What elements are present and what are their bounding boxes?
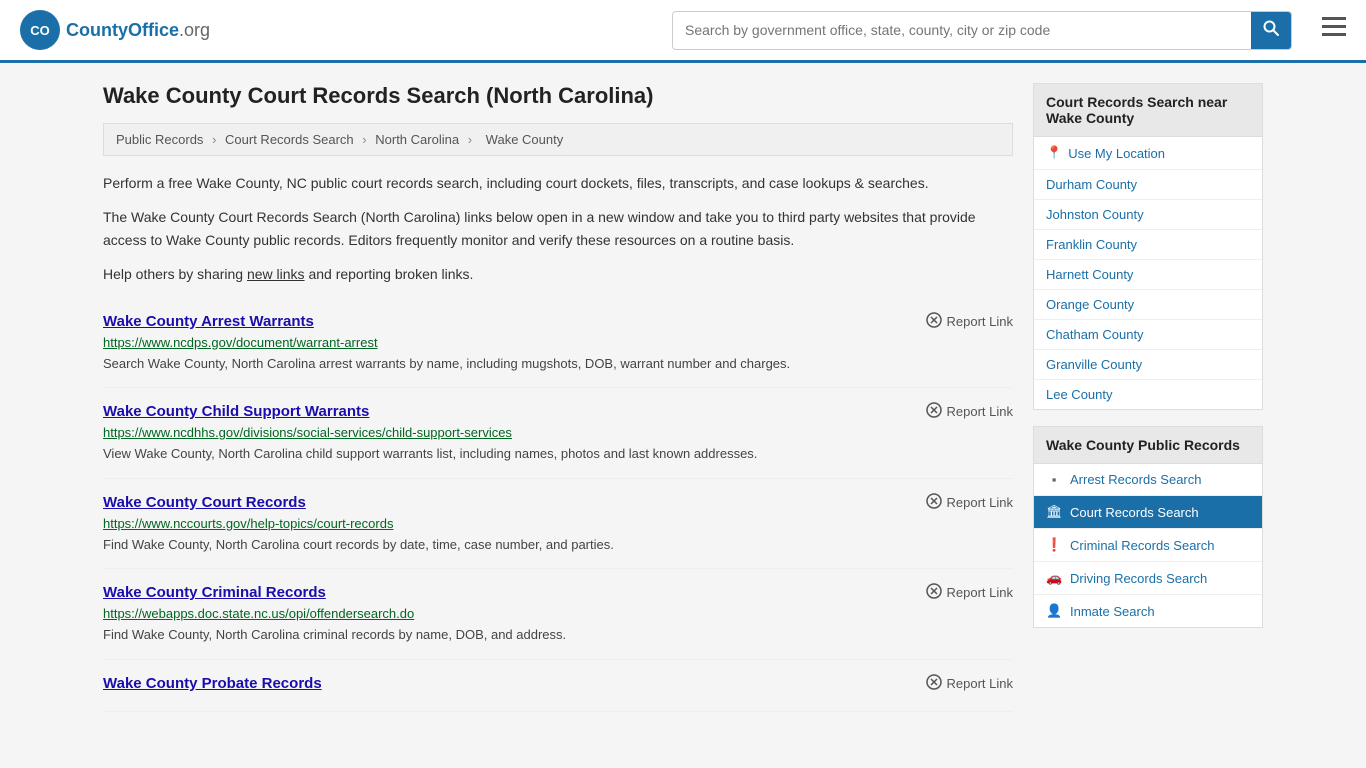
public-records-list: ▪ Arrest Records Search 🏛 Court Records … xyxy=(1034,464,1262,627)
menu-icon[interactable] xyxy=(1322,16,1346,44)
breadcrumb-north-carolina[interactable]: North Carolina xyxy=(375,132,459,147)
record-header: Wake County Child Support Warrants Repor… xyxy=(103,402,1013,421)
logo-icon: CO xyxy=(20,10,60,50)
nearby-county-7[interactable]: Lee County xyxy=(1034,380,1262,409)
sidebar-icon-1: 🏛 xyxy=(1046,504,1062,520)
public-record-item-0[interactable]: ▪ Arrest Records Search xyxy=(1034,464,1262,496)
nearby-county-1[interactable]: Johnston County xyxy=(1034,200,1262,230)
record-header: Wake County Court Records Report Link xyxy=(103,493,1013,512)
search-bar xyxy=(672,11,1292,50)
nearby-county-5[interactable]: Chatham County xyxy=(1034,320,1262,350)
header: CO CountyOffice.org xyxy=(0,0,1366,63)
public-records-section: Wake County Public Records ▪ Arrest Reco… xyxy=(1033,426,1263,628)
public-records-title: Wake County Public Records xyxy=(1034,427,1262,464)
logo[interactable]: CO CountyOffice.org xyxy=(20,10,210,50)
record-entry: Wake County Criminal Records Report Link… xyxy=(103,569,1013,660)
record-desc-2: Find Wake County, North Carolina court r… xyxy=(103,535,1013,555)
record-title-0[interactable]: Wake County Arrest Warrants xyxy=(103,313,314,330)
record-desc-1: View Wake County, North Carolina child s… xyxy=(103,444,1013,464)
report-icon-4 xyxy=(926,674,942,693)
record-url-0[interactable]: https://www.ncdps.gov/document/warrant-a… xyxy=(103,335,1013,350)
description-para1: Perform a free Wake County, NC public co… xyxy=(103,172,1013,194)
record-header: Wake County Arrest Warrants Report Link xyxy=(103,312,1013,331)
nearby-county-6[interactable]: Granville County xyxy=(1034,350,1262,380)
sidebar-item-label-4: Inmate Search xyxy=(1070,604,1155,619)
report-icon-3 xyxy=(926,583,942,602)
page-title: Wake County Court Records Search (North … xyxy=(103,83,1013,109)
records-list: Wake County Arrest Warrants Report Link … xyxy=(103,298,1013,712)
use-my-location[interactable]: 📍 Use My Location xyxy=(1034,137,1262,170)
sidebar-icon-3: 🚗 xyxy=(1046,570,1062,586)
report-icon-1 xyxy=(926,402,942,421)
report-link-label-1: Report Link xyxy=(947,404,1013,419)
record-url-3[interactable]: https://webapps.doc.state.nc.us/opi/offe… xyxy=(103,606,1013,621)
location-pin-icon: 📍 xyxy=(1046,145,1062,161)
sidebar-icon-2: ❗ xyxy=(1046,537,1062,553)
report-link-1[interactable]: Report Link xyxy=(926,402,1013,421)
public-record-item-3[interactable]: 🚗 Driving Records Search xyxy=(1034,562,1262,595)
breadcrumb-court-records[interactable]: Court Records Search xyxy=(225,132,354,147)
report-link-label-4: Report Link xyxy=(947,676,1013,691)
breadcrumb-public-records[interactable]: Public Records xyxy=(116,132,203,147)
record-url-2[interactable]: https://www.nccourts.gov/help-topics/cou… xyxy=(103,516,1013,531)
report-icon-0 xyxy=(926,312,942,331)
report-link-label-2: Report Link xyxy=(947,495,1013,510)
nearby-county-4[interactable]: Orange County xyxy=(1034,290,1262,320)
nearby-title: Court Records Search near Wake County xyxy=(1034,84,1262,137)
main-container: Wake County Court Records Search (North … xyxy=(83,63,1283,732)
report-link-0[interactable]: Report Link xyxy=(926,312,1013,331)
sidebar-item-label-0: Arrest Records Search xyxy=(1070,472,1202,487)
record-entry: Wake County Child Support Warrants Repor… xyxy=(103,388,1013,479)
record-header: Wake County Probate Records Report Link xyxy=(103,674,1013,693)
record-title-1[interactable]: Wake County Child Support Warrants xyxy=(103,403,369,420)
report-icon-2 xyxy=(926,493,942,512)
record-header: Wake County Criminal Records Report Link xyxy=(103,583,1013,602)
public-record-item-1[interactable]: 🏛 Court Records Search xyxy=(1034,496,1262,529)
sidebar-icon-4: 👤 xyxy=(1046,603,1062,619)
record-desc-3: Find Wake County, North Carolina crimina… xyxy=(103,625,1013,645)
new-links-link[interactable]: new links xyxy=(247,266,305,282)
record-entry: Wake County Court Records Report Link ht… xyxy=(103,479,1013,570)
sidebar-item-label-3: Driving Records Search xyxy=(1070,571,1207,586)
record-desc-0: Search Wake County, North Carolina arres… xyxy=(103,354,1013,374)
public-record-item-2[interactable]: ❗ Criminal Records Search xyxy=(1034,529,1262,562)
nearby-county-2[interactable]: Franklin County xyxy=(1034,230,1262,260)
record-entry: Wake County Probate Records Report Link xyxy=(103,660,1013,712)
report-link-label-3: Report Link xyxy=(947,585,1013,600)
sidebar: Court Records Search near Wake County 📍 … xyxy=(1033,83,1263,712)
logo-text: CountyOffice.org xyxy=(66,20,210,41)
nearby-county-0[interactable]: Durham County xyxy=(1034,170,1262,200)
record-title-4[interactable]: Wake County Probate Records xyxy=(103,675,322,692)
use-my-location-label: Use My Location xyxy=(1068,146,1165,161)
record-title-3[interactable]: Wake County Criminal Records xyxy=(103,584,326,601)
sidebar-item-label-2: Criminal Records Search xyxy=(1070,538,1215,553)
search-button[interactable] xyxy=(1251,12,1291,49)
report-link-label-0: Report Link xyxy=(947,314,1013,329)
sidebar-item-label-1: Court Records Search xyxy=(1070,505,1199,520)
record-url-1[interactable]: https://www.ncdhhs.gov/divisions/social-… xyxy=(103,425,1013,440)
svg-text:CO: CO xyxy=(30,23,50,38)
description-para3: Help others by sharing new links and rep… xyxy=(103,263,1013,285)
nearby-county-3[interactable]: Harnett County xyxy=(1034,260,1262,290)
report-link-4[interactable]: Report Link xyxy=(926,674,1013,693)
report-link-2[interactable]: Report Link xyxy=(926,493,1013,512)
description-para2: The Wake County Court Records Search (No… xyxy=(103,206,1013,251)
sidebar-icon-0: ▪ xyxy=(1046,472,1062,487)
record-entry: Wake County Arrest Warrants Report Link … xyxy=(103,298,1013,389)
search-input[interactable] xyxy=(673,14,1251,46)
breadcrumb: Public Records › Court Records Search › … xyxy=(103,123,1013,156)
content-area: Wake County Court Records Search (North … xyxy=(103,83,1013,712)
nearby-section: Court Records Search near Wake County 📍 … xyxy=(1033,83,1263,410)
public-record-item-4[interactable]: 👤 Inmate Search xyxy=(1034,595,1262,627)
record-title-2[interactable]: Wake County Court Records xyxy=(103,494,306,511)
nearby-counties-list: Durham CountyJohnston CountyFranklin Cou… xyxy=(1034,170,1262,409)
breadcrumb-wake-county: Wake County xyxy=(486,132,564,147)
report-link-3[interactable]: Report Link xyxy=(926,583,1013,602)
